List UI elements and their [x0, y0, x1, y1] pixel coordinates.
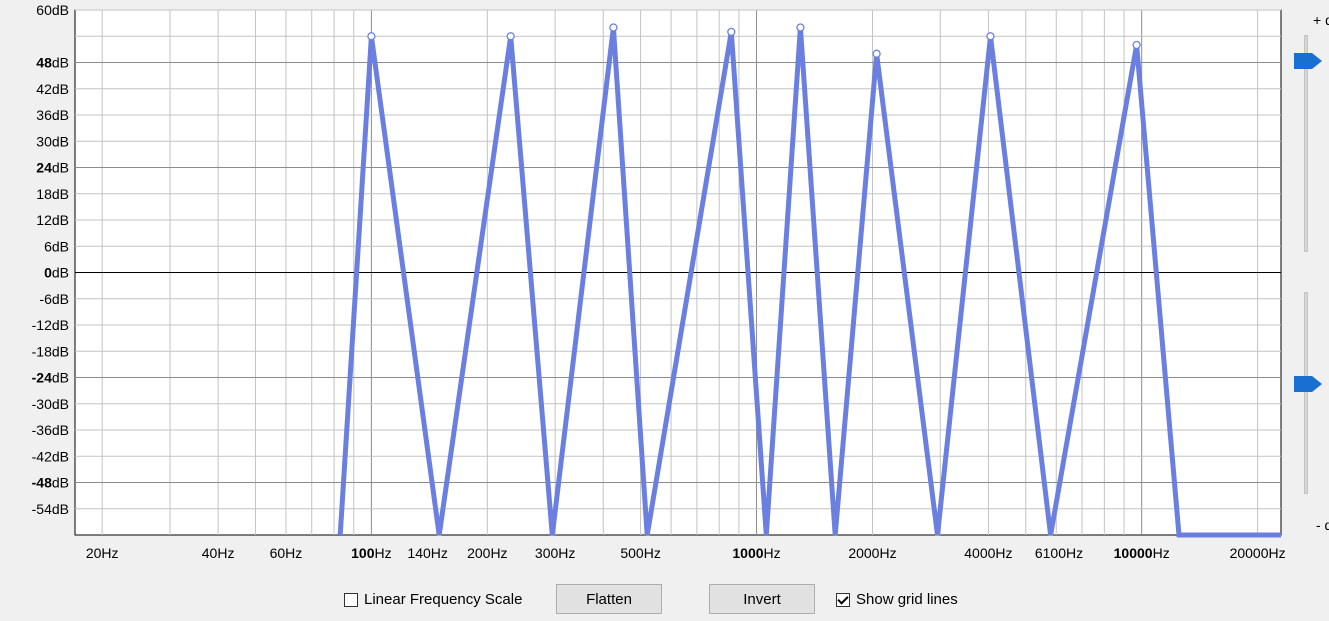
- x-tick-label: 6100Hz: [1035, 545, 1083, 561]
- y-tick-label: -12dB: [32, 317, 69, 333]
- y-tick-label: -54dB: [32, 501, 69, 517]
- control-point: [986, 32, 995, 41]
- grid-lines: [74, 9, 1282, 536]
- show-grid-lines-label: Show grid lines: [856, 591, 958, 608]
- y-tick-label: 36dB: [36, 107, 69, 123]
- y-tick-label: 0dB: [44, 265, 69, 281]
- max-gain-slider-thumb[interactable]: [1294, 53, 1324, 69]
- y-tick-label: 30dB: [36, 133, 69, 149]
- control-point: [609, 23, 618, 32]
- control-point: [796, 23, 805, 32]
- y-tick-label: 60dB: [36, 2, 69, 18]
- x-tick-label: 200Hz: [467, 545, 507, 561]
- gain-min-label: - dB: [1316, 517, 1329, 533]
- y-axis-labels: 60dB 48dB 42dB 36dB 30dB 24dB 18dB 12dB 6dB 0dB -6…: [32, 2, 69, 517]
- y-tick-label: 12dB: [36, 212, 69, 228]
- controls-bar: Linear Frequency Scale Flatten Invert Sh…: [0, 580, 1329, 620]
- flatten-button[interactable]: Flatten: [556, 584, 662, 614]
- control-point: [1132, 40, 1141, 50]
- x-tick-label: 300Hz: [535, 545, 575, 561]
- y-tick-label: 24dB: [36, 160, 69, 176]
- x-tick-label: 20000Hz: [1230, 545, 1286, 561]
- x-tick-label: 40Hz: [202, 545, 235, 561]
- x-tick-label: 500Hz: [620, 545, 660, 561]
- y-tick-label: -36dB: [32, 422, 69, 438]
- y-tick-label: 6dB: [44, 238, 69, 254]
- y-tick-label: -48dB: [32, 475, 69, 491]
- x-tick-label: 60Hz: [270, 545, 303, 561]
- y-tick-label: -42dB: [32, 448, 69, 464]
- eq-curve-plot[interactable]: 60dB 48dB 42dB 36dB 30dB 24dB 18dB 12dB 6dB 0dB -6…: [0, 0, 1329, 580]
- gain-max-label: + dB: [1313, 12, 1329, 28]
- control-point: [872, 49, 881, 58]
- y-tick-label: 48dB: [36, 55, 69, 71]
- gain-slider-track-lower[interactable]: [1304, 292, 1308, 494]
- control-point: [727, 27, 736, 37]
- linear-frequency-scale-checkbox[interactable]: Linear Frequency Scale: [344, 591, 522, 608]
- show-grid-lines-box[interactable]: [836, 592, 850, 607]
- show-grid-lines-checkbox[interactable]: Show grid lines: [836, 591, 958, 608]
- x-axis-labels: 20Hz 40Hz 60Hz 100Hz 140Hz 200Hz 300Hz 500Hz 100…: [86, 545, 1286, 561]
- x-tick-label: 20Hz: [86, 545, 119, 561]
- min-gain-slider-thumb[interactable]: [1294, 376, 1324, 392]
- y-tick-label: 42dB: [36, 81, 69, 97]
- x-tick-label: 140Hz: [407, 545, 447, 561]
- control-point: [506, 32, 515, 41]
- y-tick-label: -24dB: [32, 370, 69, 386]
- invert-button[interactable]: Invert: [709, 584, 815, 614]
- x-tick-label: 100Hz: [351, 545, 391, 561]
- linear-frequency-scale-box[interactable]: [344, 592, 358, 607]
- y-tick-label: -30dB: [32, 396, 69, 412]
- control-point: [367, 32, 376, 41]
- x-tick-label: 2000Hz: [848, 545, 896, 561]
- x-tick-label: 10000Hz: [1114, 545, 1170, 561]
- y-tick-label: -18dB: [32, 343, 69, 359]
- y-tick-label: -6dB: [39, 291, 69, 307]
- x-tick-label: 1000Hz: [732, 545, 780, 561]
- linear-frequency-scale-label: Linear Frequency Scale: [364, 591, 523, 608]
- x-tick-label: 4000Hz: [964, 545, 1012, 561]
- y-tick-label: 18dB: [36, 186, 69, 202]
